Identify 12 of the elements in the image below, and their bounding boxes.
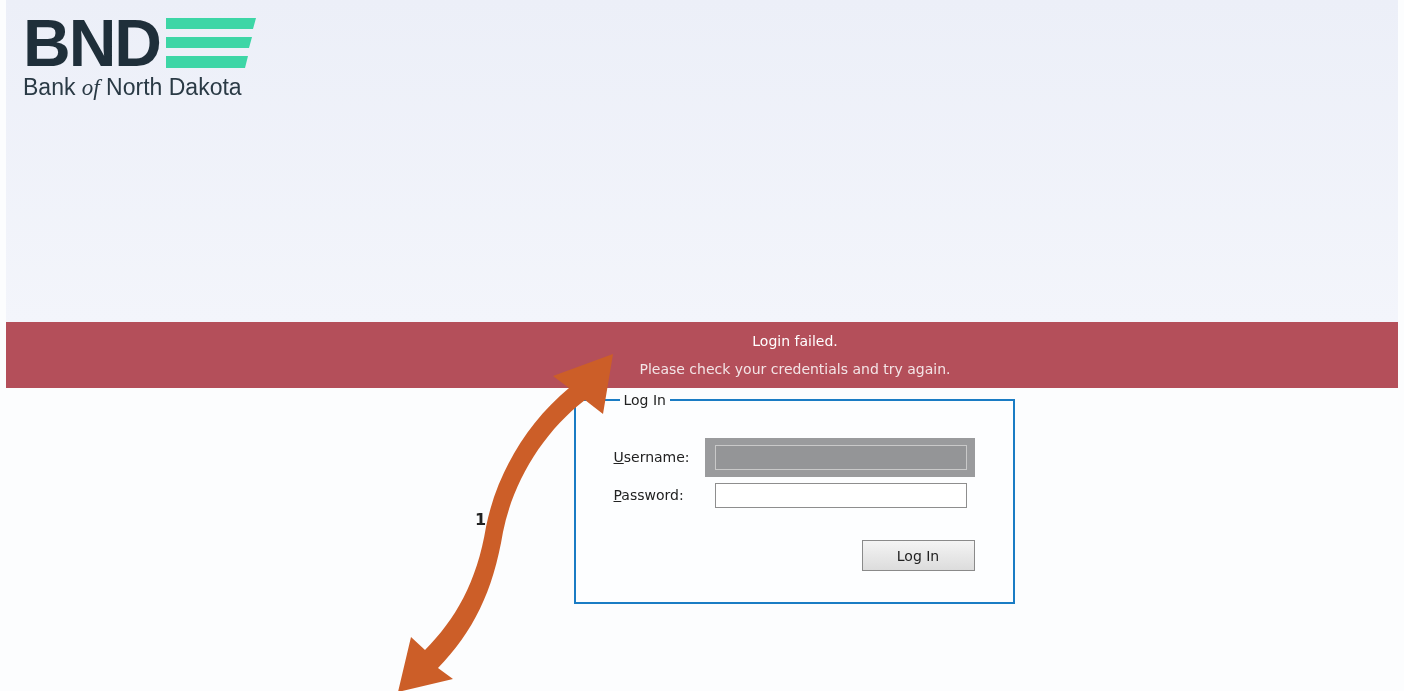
logo-stripes-icon [166,18,256,68]
logo-wordmark: BND [23,15,160,71]
login-legend: Log In [619,392,670,408]
error-message: Please check your credentials and try again. [639,361,951,377]
login-button[interactable]: Log In [861,540,975,571]
bank-name: Bank of North Dakota [23,73,243,102]
field-label: Username: [613,449,691,465]
input-field[interactable] [714,444,967,470]
field-label: Password: [613,487,685,503]
error-title: Login failed. [752,333,838,349]
input-field[interactable] [714,482,967,508]
annotation-number: 1 [475,510,487,529]
